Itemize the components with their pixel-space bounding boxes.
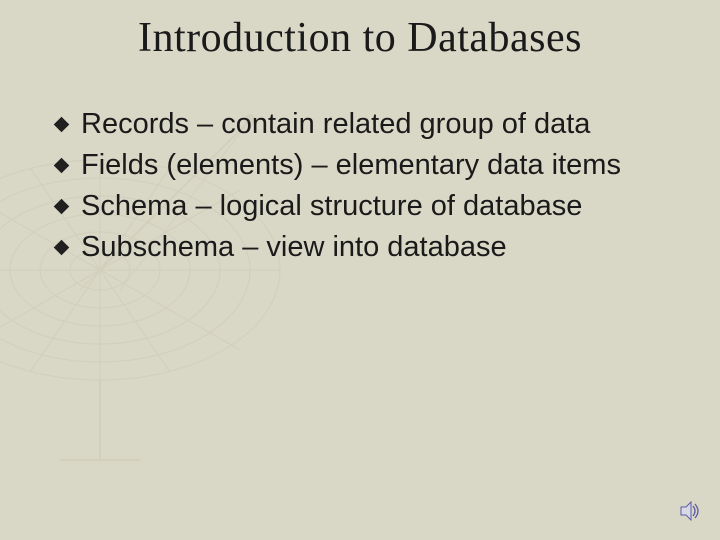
slide: Introduction to Databases Records – cont… — [0, 0, 720, 540]
sound-icon[interactable] — [680, 501, 702, 526]
slide-title: Introduction to Databases — [0, 14, 720, 62]
bullet-list: Records – contain related group of data … — [56, 105, 680, 270]
bullet-diamond-icon — [54, 158, 70, 174]
bullet-text: Schema – logical structure of database — [81, 187, 680, 226]
bullet-text: Fields (elements) – elementary data item… — [81, 146, 680, 185]
list-item: Schema – logical structure of database — [56, 187, 680, 226]
bullet-diamond-icon — [54, 240, 70, 256]
bullet-diamond-icon — [54, 199, 70, 215]
bullet-text: Subschema – view into database — [81, 228, 680, 267]
bullet-diamond-icon — [54, 117, 70, 133]
list-item: Fields (elements) – elementary data item… — [56, 146, 680, 185]
bullet-text: Records – contain related group of data — [81, 105, 680, 144]
list-item: Subschema – view into database — [56, 228, 680, 267]
list-item: Records – contain related group of data — [56, 105, 680, 144]
